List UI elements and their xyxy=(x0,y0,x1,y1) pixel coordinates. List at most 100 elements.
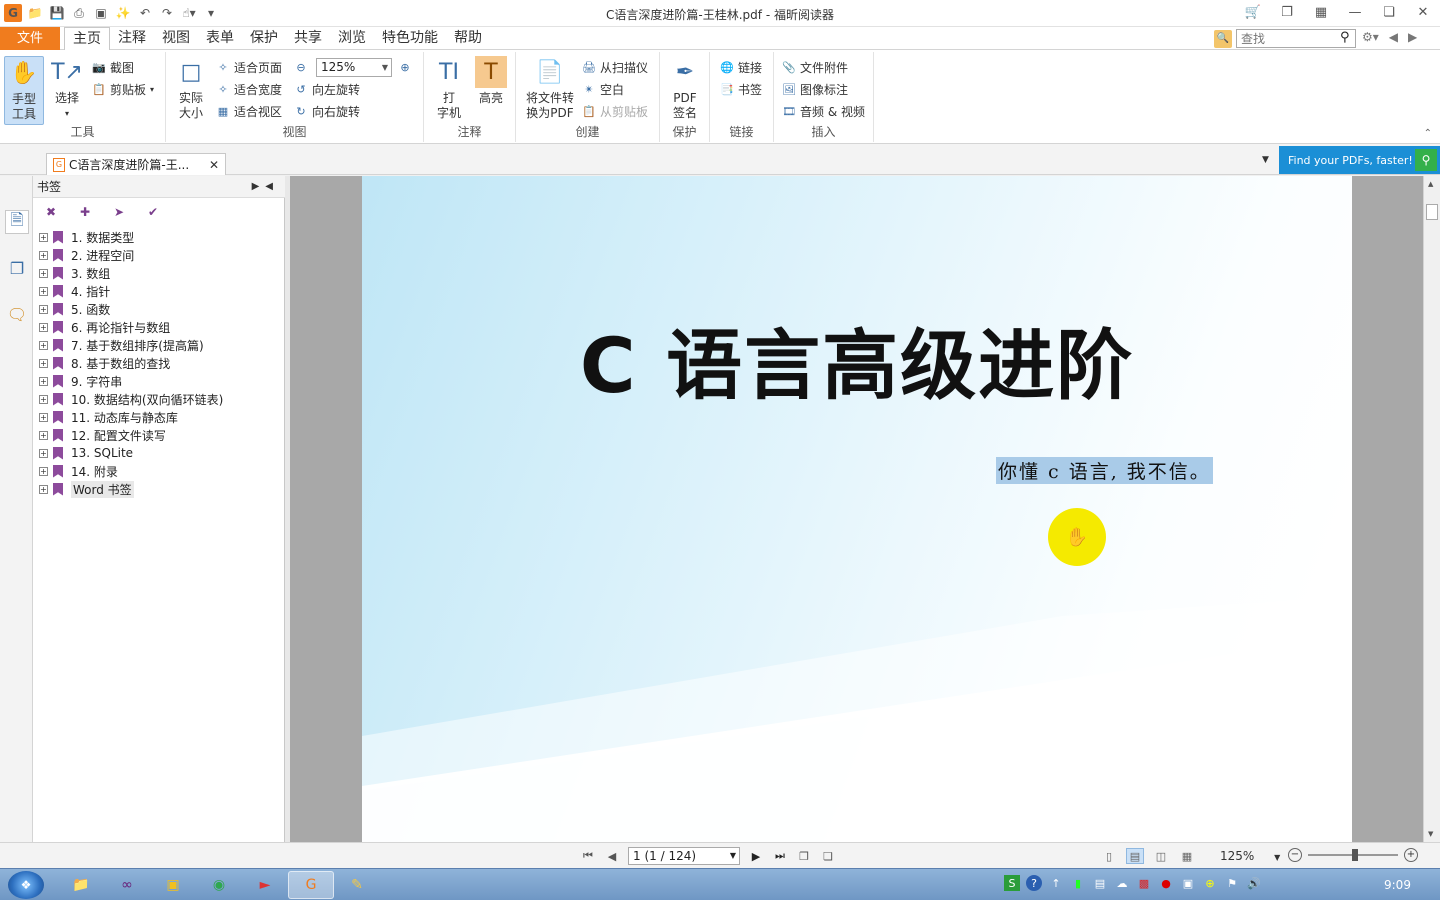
from-clipboard-button[interactable]: 📋 从剪贴板 xyxy=(582,102,648,120)
tab-features[interactable]: 特色功能 xyxy=(374,27,446,50)
explorer-icon[interactable]: 📁 xyxy=(58,871,104,899)
bookmark-item[interactable]: +3. 数组 xyxy=(39,264,223,282)
maximize-button[interactable]: ❏ xyxy=(1372,0,1406,24)
continuous-page-icon[interactable]: ▤ xyxy=(1126,848,1144,864)
rotate-right-button[interactable]: ↻ 向右旋转 xyxy=(294,102,360,120)
find-bookmark-icon[interactable]: ✔ xyxy=(145,204,161,220)
weather-icon[interactable]: ☁ xyxy=(1114,875,1130,891)
bookmark-item[interactable]: +6. 再论指针与数组 xyxy=(39,318,223,336)
zoom-level[interactable]: 125% ▼ xyxy=(1220,849,1280,863)
document-viewport[interactable]: C 语言高级进阶 你懂 c 语言, 我不信。 ✋ xyxy=(290,176,1423,842)
tab-help[interactable]: 帮助 xyxy=(446,27,490,50)
bookmark-item[interactable]: +10. 数据结构(双向循环链表) xyxy=(39,390,223,408)
previous-view-icon[interactable]: ❐ xyxy=(796,848,812,864)
restore-layout-icon[interactable]: ❐ xyxy=(1270,0,1304,24)
expand-icon[interactable]: + xyxy=(39,358,48,368)
tray-chevron-icon[interactable]: ↑ xyxy=(1048,875,1064,891)
notes-icon[interactable]: ✎ xyxy=(334,871,380,899)
taskbar-clock[interactable]: 9:09 xyxy=(1384,878,1411,892)
bookmark-item[interactable]: +7. 基于数组排序(提高篇) xyxy=(39,336,223,354)
comments-panel-icon[interactable]: 🗨 xyxy=(5,302,29,326)
scroll-down-icon[interactable]: ▼ xyxy=(1428,830,1433,838)
close-button[interactable]: ✕ xyxy=(1406,0,1440,24)
bookmark-item[interactable]: +5. 函数 xyxy=(39,300,223,318)
minimize-button[interactable]: — xyxy=(1338,0,1372,24)
continuous-facing-icon[interactable]: ▦ xyxy=(1178,848,1196,864)
app-square-icon[interactable]: ▣ xyxy=(150,871,196,899)
record-icon[interactable]: ● xyxy=(1158,875,1174,891)
grid-icon[interactable]: ▦ xyxy=(1304,0,1338,24)
page-number-input[interactable]: 1 (1 / 124) ▼ xyxy=(628,847,740,865)
tab-view[interactable]: 视图 xyxy=(154,27,198,50)
actual-size-button[interactable]: □ 实际 大小 xyxy=(172,56,210,121)
prev-result-icon[interactable]: ◀ xyxy=(1389,30,1398,44)
expand-icon[interactable]: + xyxy=(39,304,48,314)
file-attachment-button[interactable]: 📎 文件附件 xyxy=(782,58,848,76)
clipboard-button[interactable]: 📋 剪贴板 ▾ xyxy=(92,80,154,98)
tab-browse[interactable]: 浏览 xyxy=(330,27,374,50)
add-tray-icon[interactable]: ⊕ xyxy=(1202,875,1218,891)
highlight-button[interactable]: T 高亮 xyxy=(472,56,510,106)
expand-icon[interactable]: + xyxy=(39,466,48,476)
fit-width-button[interactable]: ✧ 适合宽度 xyxy=(216,80,282,98)
start-button-icon[interactable]: ❖ xyxy=(8,871,44,899)
hand-tool-button[interactable]: ✋ 手型 工具 xyxy=(4,56,44,125)
bookmark-item[interactable]: +9. 字符串 xyxy=(39,372,223,390)
flag-icon[interactable]: ⚑ xyxy=(1224,875,1240,891)
rotate-left-button[interactable]: ↺ 向左旋转 xyxy=(294,80,360,98)
settings-gear-icon[interactable]: ⚙▾ xyxy=(1362,30,1379,44)
expand-icon[interactable]: + xyxy=(39,268,48,278)
bookmark-item[interactable]: +1. 数据类型 xyxy=(39,228,223,246)
go-bookmark-icon[interactable]: ➤ xyxy=(111,204,127,220)
scroll-thumb[interactable] xyxy=(1426,204,1438,220)
network-icon[interactable]: ▣ xyxy=(1180,875,1196,891)
expand-icon[interactable]: + xyxy=(39,322,48,332)
prev-page-icon[interactable]: ◀ xyxy=(604,848,620,864)
audio-video-button[interactable]: 🎞 音频 & 视频 xyxy=(782,102,865,120)
visual-studio-icon[interactable]: ∞ xyxy=(104,871,150,899)
film-tray-icon[interactable]: ▩ xyxy=(1136,875,1152,891)
zoom-select[interactable]: 125% ▼ xyxy=(316,58,392,77)
media-icon[interactable]: ► xyxy=(242,871,288,899)
bookmark-item[interactable]: +8. 基于数组的查找 xyxy=(39,354,223,372)
select-tool-button[interactable]: T↗ 选择 ▾ xyxy=(48,56,86,121)
zoom-in-button[interactable]: ⊕ xyxy=(398,58,412,76)
find-folder-icon[interactable]: 🔍 xyxy=(1214,29,1232,48)
bookmark-item[interactable]: +13. SQLite xyxy=(39,444,223,462)
first-page-icon[interactable]: ⏮ xyxy=(580,848,596,864)
document-tab[interactable]: G C语言深度进阶篇-王... ✕ xyxy=(46,153,226,175)
expand-icon[interactable]: + xyxy=(39,394,48,404)
expand-icon[interactable]: + xyxy=(39,340,48,350)
chart-tray-icon[interactable]: ▤ xyxy=(1092,875,1108,891)
pdf-page[interactable]: C 语言高级进阶 你懂 c 语言, 我不信。 ✋ xyxy=(362,176,1352,842)
add-bookmark-icon[interactable]: ✚ xyxy=(77,204,93,220)
tab-home[interactable]: 主页 xyxy=(64,27,110,51)
collapse-ribbon-icon[interactable]: ⌃ xyxy=(1424,128,1432,139)
blank-button[interactable]: ✴ 空白 xyxy=(582,80,624,98)
zoom-knob[interactable] xyxy=(1352,849,1358,861)
vertical-scrollbar[interactable]: ▲ ▼ xyxy=(1423,176,1440,842)
expand-icon[interactable]: + xyxy=(39,286,48,296)
bookmark-item[interactable]: +14. 附录 xyxy=(39,462,223,480)
tab-form[interactable]: 表单 xyxy=(198,27,242,50)
typewriter-button[interactable]: T​I 打 字机 xyxy=(430,56,468,121)
expand-icon[interactable]: + xyxy=(39,430,48,440)
volume-icon[interactable]: 🔊 xyxy=(1246,875,1262,891)
zoom-in-icon[interactable]: + xyxy=(1404,848,1418,862)
scroll-up-icon[interactable]: ▲ xyxy=(1428,180,1433,188)
screenshot-button[interactable]: 📷 截图 xyxy=(92,58,134,76)
battery-icon[interactable]: ▮ xyxy=(1070,875,1086,891)
last-page-icon[interactable]: ⏭ xyxy=(772,848,788,864)
close-tab-icon[interactable]: ✕ xyxy=(209,158,219,172)
expand-icon[interactable]: + xyxy=(39,412,48,422)
foxit-reader-icon[interactable]: G xyxy=(288,871,334,899)
zoom-out-button[interactable]: ⊖ xyxy=(294,58,308,76)
qq-icon[interactable]: ◉ xyxy=(196,871,242,899)
image-annotation-button[interactable]: 🖼 图像标注 xyxy=(782,80,848,98)
bookmark-item[interactable]: +4. 指针 xyxy=(39,282,223,300)
expand-icon[interactable]: + xyxy=(39,250,48,260)
single-page-icon[interactable]: ▯ xyxy=(1100,848,1118,864)
next-view-icon[interactable]: ❏ xyxy=(820,848,836,864)
expand-icon[interactable]: + xyxy=(39,232,48,242)
bookmark-button[interactable]: 📑 书签 xyxy=(720,80,762,98)
